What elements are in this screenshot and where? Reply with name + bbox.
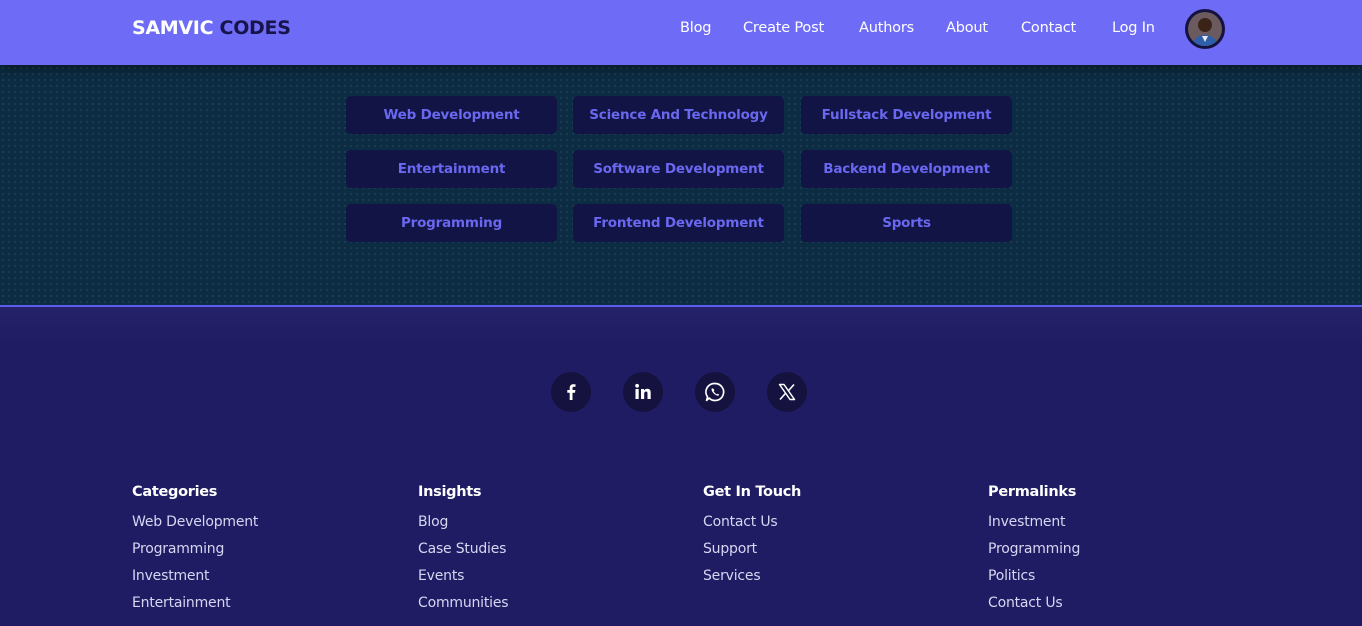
footer-link[interactable]: Web Development — [132, 514, 258, 541]
category-science-and-technology[interactable]: Science And Technology — [573, 96, 784, 134]
footer-column-title: Get In Touch — [703, 484, 802, 500]
whatsapp-link[interactable] — [695, 372, 735, 412]
footer-link[interactable]: Support — [703, 541, 801, 568]
category-frontend-development[interactable]: Frontend Development — [573, 204, 784, 242]
footer-link[interactable]: Contact Us — [703, 514, 801, 541]
x-twitter-icon — [778, 383, 796, 401]
footer-column-permalinks: Permalinks Investment Programming Politi… — [988, 484, 1080, 622]
whatsapp-icon — [705, 382, 725, 402]
linkedin-icon — [635, 383, 651, 399]
linkedin-link[interactable] — [623, 372, 663, 412]
category-sports[interactable]: Sports — [801, 204, 1012, 242]
nav-link-about[interactable]: About — [946, 20, 988, 36]
footer-link[interactable]: Services — [703, 568, 801, 595]
footer-column-title: Insights — [418, 484, 482, 500]
footer-column-get-in-touch: Get In Touch Contact Us Support Services — [703, 484, 801, 595]
facebook-icon — [567, 384, 576, 400]
main-nav: Blog Create Post Authors About Contact L… — [0, 20, 1362, 40]
footer-link[interactable]: Entertainment — [132, 595, 258, 622]
footer-column-title: Permalinks — [988, 484, 1077, 500]
footer-link[interactable]: Blog — [418, 514, 508, 541]
avatar[interactable] — [1185, 9, 1225, 49]
category-web-development[interactable]: Web Development — [346, 96, 557, 134]
footer-link[interactable]: Communities — [418, 595, 509, 622]
categories-section: Web Development Science And Technology F… — [0, 65, 1362, 307]
category-fullstack-development[interactable]: Fullstack Development — [801, 96, 1012, 134]
nav-link-login[interactable]: Log In — [1112, 20, 1155, 36]
footer-column-insights: Insights Blog Case Studies Events Commun… — [418, 484, 509, 622]
facebook-link[interactable] — [551, 372, 591, 412]
nav-link-blog[interactable]: Blog — [680, 20, 711, 36]
category-programming[interactable]: Programming — [346, 204, 557, 242]
category-entertainment[interactable]: Entertainment — [346, 150, 557, 188]
footer-link[interactable]: Programming — [132, 541, 258, 568]
footer-link[interactable]: Case Studies — [418, 541, 508, 568]
category-backend-development[interactable]: Backend Development — [801, 150, 1012, 188]
footer-link[interactable]: Contact Us — [988, 595, 1080, 622]
x-twitter-link[interactable] — [767, 372, 807, 412]
footer-link[interactable]: Events — [418, 568, 508, 595]
site-footer: Categories Web Development Programming I… — [0, 307, 1362, 626]
nav-link-contact[interactable]: Contact — [1021, 20, 1076, 36]
footer-column-categories: Categories Web Development Programming I… — [132, 484, 258, 622]
footer-link[interactable]: Programming — [988, 541, 1080, 568]
footer-link[interactable]: Investment — [132, 568, 258, 595]
footer-link[interactable]: Investment — [988, 514, 1080, 541]
footer-link[interactable]: Politics — [988, 568, 1080, 595]
nav-link-create-post[interactable]: Create Post — [743, 20, 824, 36]
top-navbar: SAMVIC CODES Blog Create Post Authors Ab… — [0, 0, 1362, 65]
category-software-development[interactable]: Software Development — [573, 150, 784, 188]
nav-link-authors[interactable]: Authors — [859, 20, 914, 36]
avatar-icon — [1188, 12, 1222, 46]
footer-column-title: Categories — [132, 484, 218, 500]
